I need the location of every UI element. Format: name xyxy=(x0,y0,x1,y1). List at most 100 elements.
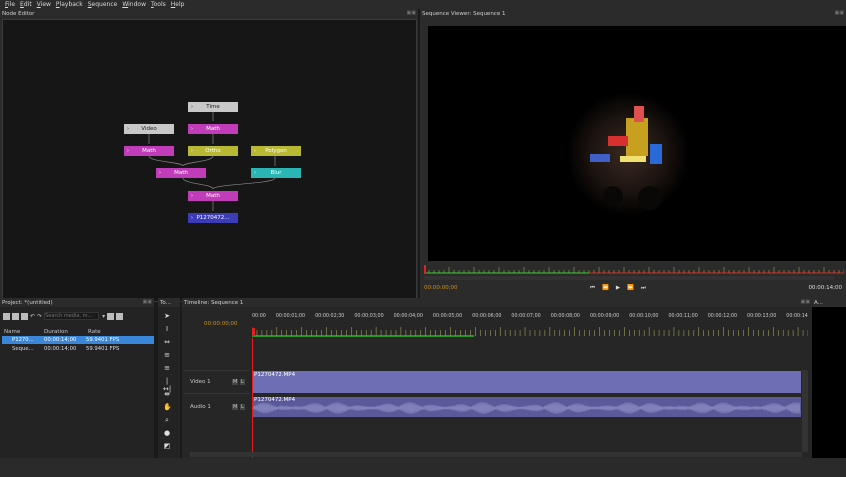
ruler-label: 00:00:04;00 xyxy=(393,314,423,319)
ruler-label: 00:00:03;00 xyxy=(354,314,384,319)
menu-window[interactable]: Window xyxy=(122,1,146,8)
menu-help[interactable]: Help xyxy=(171,1,185,8)
node-polygon[interactable]: › Polygon xyxy=(251,146,301,156)
grid-view-icon[interactable] xyxy=(116,312,124,320)
list-view-icon[interactable] xyxy=(107,312,115,320)
panel-controls-icon[interactable]: ▣▣ xyxy=(801,299,810,305)
redo-icon[interactable]: ↷ xyxy=(37,313,42,320)
node-blur[interactable]: › Blur xyxy=(251,168,301,178)
timeline-panel: Timeline: Sequence 1 ▣▣ 00:00:00;00 00:0… xyxy=(182,298,812,458)
menu-edit[interactable]: Edit xyxy=(20,1,32,8)
audio-track-header: Audio 1 M L xyxy=(184,396,250,418)
menu-playback[interactable]: Playback xyxy=(56,1,83,8)
panel-controls-icon[interactable]: ▣▣ xyxy=(407,10,416,16)
playback-controls: ⏮⏪▶⏩⏭ xyxy=(590,285,653,292)
expand-arrow-icon: › xyxy=(127,126,129,132)
audio-monitor-title: A... xyxy=(812,298,846,307)
zoom-tool-icon[interactable]: ⌕ xyxy=(163,416,171,424)
go-to-end-icon[interactable]: ⏭ xyxy=(641,285,653,291)
column-name[interactable]: Name xyxy=(4,329,44,335)
fast-forward-icon[interactable]: ⏩ xyxy=(627,285,641,291)
node-label: Time xyxy=(206,104,220,110)
add-tool-icon[interactable]: ◩ xyxy=(163,442,171,450)
ripple-tool-icon[interactable]: ⇔ xyxy=(163,338,171,346)
menu-view[interactable]: View xyxy=(37,1,51,8)
row-rate: 59.9401 FPS xyxy=(86,337,120,343)
menu-file[interactable]: File xyxy=(5,1,15,8)
node-canvas[interactable]: › Time › Video › Math › Math › Ortho › Polygon… xyxy=(2,19,417,302)
ruler-label: 00:00:08;00 xyxy=(550,314,580,319)
viewer-current-time[interactable]: 00:00:00;00 xyxy=(424,285,458,291)
viewer-scrollbar[interactable] xyxy=(424,276,834,280)
ruler-label: 00:00:07;00 xyxy=(511,314,541,319)
table-row[interactable]: P1270... 00:00:14;00 59.9401 FPS xyxy=(2,336,154,344)
connection xyxy=(212,177,276,190)
timeline-scrollbar[interactable] xyxy=(190,452,802,457)
expand-arrow-icon: › xyxy=(254,148,256,154)
table-row[interactable]: Seque... 00:00:14;00 59.9401 FPS xyxy=(2,345,154,353)
save-icon[interactable] xyxy=(21,312,28,320)
rolling-tool-icon[interactable]: ≡ xyxy=(163,351,171,359)
project-toolbar: ↶ ↷ ▾ xyxy=(3,312,125,320)
ruler-label: 00:00:13;00 xyxy=(747,314,777,319)
node-ortho[interactable]: › Ortho xyxy=(188,146,238,156)
go-to-start-icon[interactable]: ⏮ xyxy=(590,285,602,291)
timeline-timecode[interactable]: 00:00:00;00 xyxy=(204,321,238,327)
edit-tool-icon[interactable]: I xyxy=(163,325,171,333)
connection xyxy=(182,155,214,167)
connection xyxy=(182,177,214,190)
menu-tools[interactable]: Tools xyxy=(151,1,166,8)
ruler-label: 00:00:01;00 xyxy=(275,314,306,319)
tools-title: To... xyxy=(158,298,180,307)
playhead-handle[interactable] xyxy=(252,328,255,336)
slip-tool-icon[interactable]: |↔| xyxy=(163,377,171,393)
node-math[interactable]: › Math xyxy=(156,168,206,178)
viewer-ruler[interactable] xyxy=(423,265,845,274)
node-label: Ortho xyxy=(205,148,221,154)
project-panel: Project: *(untitled) ▣▣ ↶ ↷ ▾ Name Durat… xyxy=(0,298,154,458)
filter-icon[interactable]: ▾ xyxy=(102,313,105,320)
node-label: Math xyxy=(206,193,220,199)
slide-tool-icon[interactable]: ⇼ xyxy=(163,390,171,398)
open-icon[interactable] xyxy=(12,312,19,320)
rewind-icon[interactable]: ⏪ xyxy=(602,285,616,291)
node-math[interactable]: › Math xyxy=(124,146,174,156)
ruler-label: 00:00:05;00 xyxy=(432,314,463,319)
panel-controls-icon[interactable]: ▣▣ xyxy=(143,299,152,305)
record-tool-icon[interactable]: ● xyxy=(163,429,171,437)
panel-controls-icon[interactable]: ▣▣ xyxy=(835,10,844,16)
track-name[interactable]: Audio 1 xyxy=(190,404,211,410)
audio-waveform xyxy=(253,401,801,415)
razor-tool-icon[interactable]: ≡ xyxy=(163,364,171,372)
menu-sequence[interactable]: Sequence xyxy=(88,1,118,8)
connection xyxy=(148,155,184,167)
track-name[interactable]: Video 1 xyxy=(190,379,211,385)
audio-clip[interactable]: P1270472.MP4 xyxy=(253,397,801,417)
node-output[interactable]: › P1270472... xyxy=(188,213,238,223)
mute-button[interactable]: M xyxy=(232,404,239,410)
video-preview[interactable] xyxy=(428,26,846,261)
new-icon[interactable] xyxy=(3,312,10,320)
mute-button[interactable]: M xyxy=(232,379,239,385)
viewer-title: Sequence Viewer: Sequence 1 xyxy=(420,9,846,18)
play-icon[interactable]: ▶ xyxy=(616,285,627,291)
column-duration[interactable]: Duration xyxy=(44,329,88,335)
node-time[interactable]: › Time xyxy=(188,102,238,112)
search-input[interactable] xyxy=(44,312,100,320)
lock-button[interactable]: L xyxy=(240,379,245,385)
hand-tool-icon[interactable]: ✋ xyxy=(163,403,172,411)
pointer-tool-icon[interactable]: ➤ xyxy=(163,312,171,320)
lock-button[interactable]: L xyxy=(240,404,245,410)
node-math[interactable]: › Math xyxy=(188,124,238,134)
project-title: Project: *(untitled) xyxy=(0,298,154,307)
row-name: P1270... xyxy=(12,337,34,343)
node-video[interactable]: › Video xyxy=(124,124,174,134)
node-math[interactable]: › Math xyxy=(188,191,238,201)
timeline-vscrollbar[interactable] xyxy=(802,370,808,452)
undo-icon[interactable]: ↶ xyxy=(30,313,35,320)
column-rate[interactable]: Rate xyxy=(88,329,101,335)
video-clip[interactable]: P1270472.MP4 xyxy=(253,371,801,393)
expand-arrow-icon: › xyxy=(159,170,161,176)
menu-bar: File Edit View Playback Sequence Window … xyxy=(0,0,846,9)
timeline-ruler[interactable] xyxy=(251,325,809,337)
